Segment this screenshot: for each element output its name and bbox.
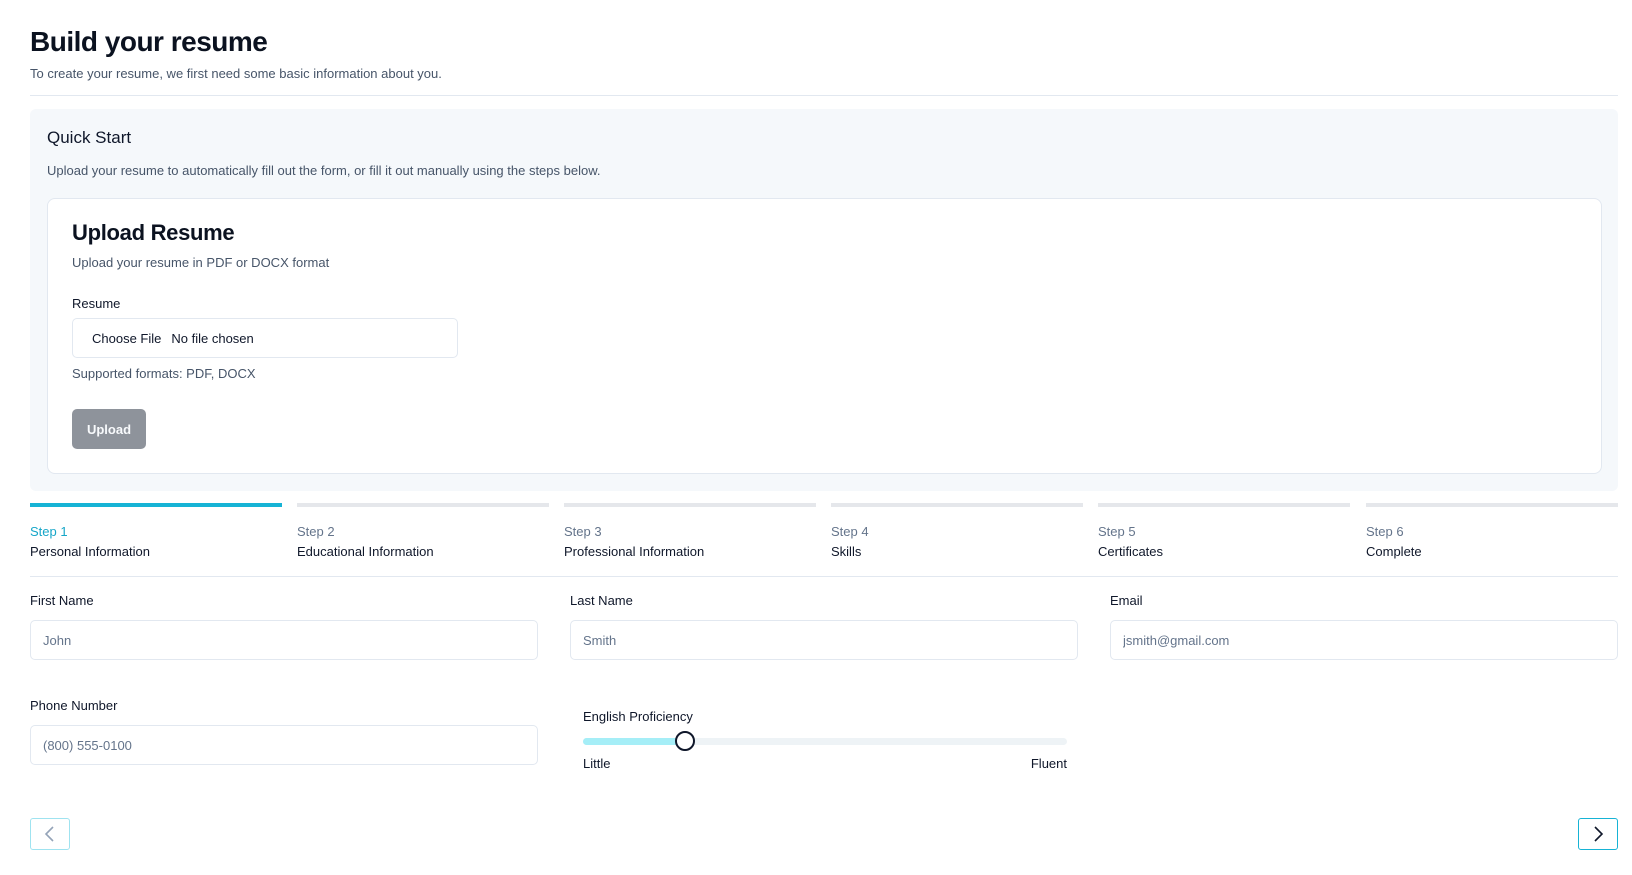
step-3-bar — [564, 503, 816, 507]
english-proficiency-slider[interactable] — [583, 731, 1067, 751]
step-3-number: Step 3 — [564, 524, 602, 539]
steps-divider — [30, 576, 1618, 577]
step-2-name: Educational Information — [297, 544, 434, 559]
step-5[interactable]: Step 5 Certificates — [1098, 503, 1350, 563]
upload-card-description: Upload your resume in PDF or DOCX format — [72, 255, 330, 270]
resume-field-label: Resume — [72, 296, 121, 311]
previous-step-button[interactable] — [30, 818, 70, 850]
header-divider — [30, 95, 1618, 96]
email-input[interactable] — [1110, 620, 1618, 660]
email-label: Email — [1110, 593, 1143, 608]
step-1[interactable]: Step 1 Personal Information — [30, 503, 282, 563]
step-1-bar — [30, 503, 282, 507]
chevron-left-icon — [44, 826, 54, 842]
upload-card-title: Upload Resume — [72, 220, 235, 245]
first-name-label: First Name — [30, 593, 94, 608]
english-proficiency-label: English Proficiency — [583, 709, 693, 724]
chevron-right-icon — [1594, 826, 1604, 842]
next-step-button[interactable] — [1578, 818, 1618, 850]
step-2[interactable]: Step 2 Educational Information — [297, 503, 549, 563]
supported-formats-hint: Supported formats: PDF, DOCX — [72, 366, 256, 381]
slider-max-label: Fluent — [1030, 756, 1067, 771]
step-1-name: Personal Information — [30, 544, 150, 559]
page-title: Build your resume — [30, 26, 268, 57]
slider-fill — [583, 738, 685, 745]
phone-number-input[interactable] — [30, 725, 538, 765]
step-6-bar — [1366, 503, 1618, 507]
step-5-bar — [1098, 503, 1350, 507]
step-progress: Step 1 Personal Information Step 2 Educa… — [30, 503, 1618, 563]
phone-number-label: Phone Number — [30, 698, 118, 713]
step-6-number: Step 6 — [1366, 524, 1404, 539]
step-2-number: Step 2 — [297, 524, 335, 539]
slider-thumb[interactable] — [674, 731, 695, 751]
step-5-name: Certificates — [1098, 544, 1164, 559]
step-3[interactable]: Step 3 Professional Information — [564, 503, 816, 563]
step-5-number: Step 5 — [1098, 524, 1136, 539]
slider-min-label: Little — [583, 756, 611, 771]
step-6-name: Complete — [1366, 544, 1422, 559]
upload-button[interactable]: Upload — [72, 409, 146, 449]
step-2-bar — [297, 503, 549, 507]
first-name-input[interactable] — [30, 620, 538, 660]
page-subtitle: To create your resume, we first need som… — [30, 66, 442, 81]
step-4-number: Step 4 — [831, 524, 869, 539]
step-4[interactable]: Step 4 Skills — [831, 503, 1083, 563]
step-1-number: Step 1 — [30, 524, 68, 539]
quick-start-title: Quick Start — [47, 128, 132, 147]
step-3-name: Professional Information — [564, 544, 705, 559]
last-name-input[interactable] — [570, 620, 1078, 660]
step-4-name: Skills — [831, 544, 862, 559]
step-4-bar — [831, 503, 1083, 507]
last-name-label: Last Name — [570, 593, 633, 608]
resume-file-input[interactable]: Choose File No file chosen — [72, 318, 458, 358]
file-status-text: No file chosen — [171, 330, 254, 346]
step-6[interactable]: Step 6 Complete — [1366, 503, 1618, 563]
choose-file-button[interactable]: Choose File — [92, 331, 161, 346]
quick-start-description: Upload your resume to automatically fill… — [47, 163, 601, 178]
